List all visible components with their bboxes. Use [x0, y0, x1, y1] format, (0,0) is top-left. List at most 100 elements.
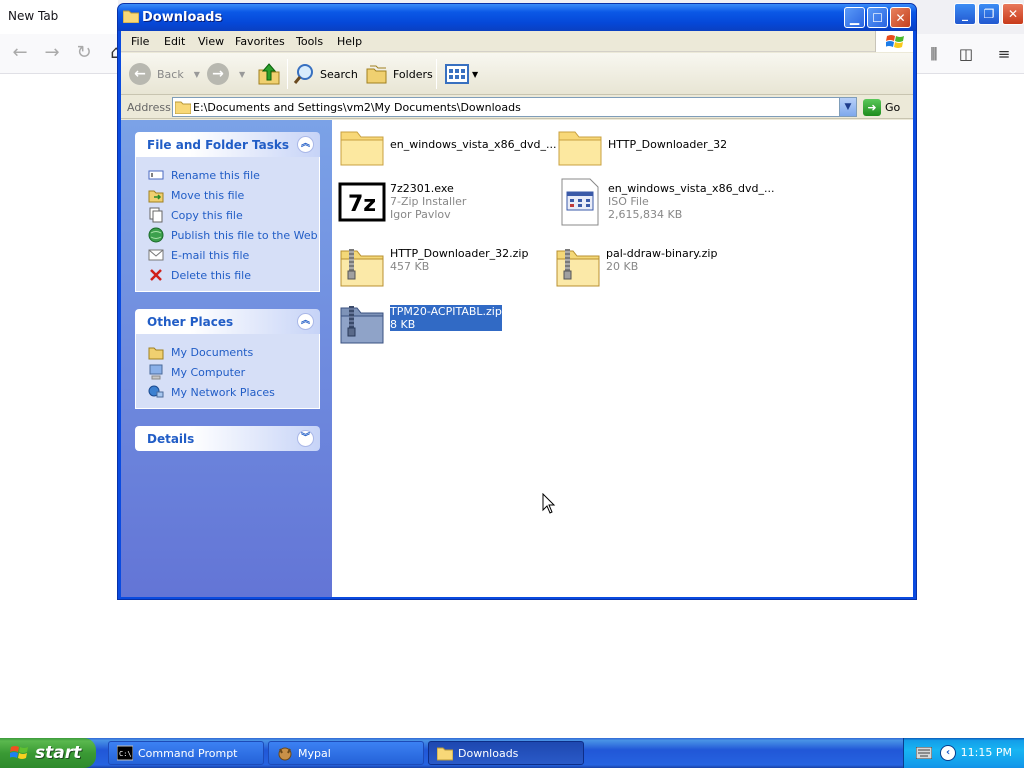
task-email[interactable]: E-mail this file	[136, 245, 319, 265]
task-label: Move this file	[171, 188, 245, 202]
file-name: en_windows_vista_x86_dvd_...	[608, 182, 775, 195]
folder-icon	[340, 131, 384, 166]
up-folder-button[interactable]	[257, 61, 281, 87]
browser-tab[interactable]: New Tab	[0, 0, 118, 34]
details-header[interactable]: Details ︾	[135, 426, 320, 451]
browser-close-button[interactable]: ✕	[1002, 3, 1024, 25]
file-type: ISO File	[608, 195, 649, 208]
maximize-button[interactable]: ☐	[867, 7, 888, 28]
taskbar: start C:\ Command Prompt Mypal Downloads…	[0, 738, 1024, 768]
menu-favorites[interactable]: Favorites	[235, 35, 285, 48]
close-button[interactable]: ✕	[890, 7, 911, 28]
place-my-documents[interactable]: My Documents	[136, 342, 319, 362]
file-item[interactable]: en_windows_vista_x86_dvd_...	[338, 122, 557, 170]
taskbar-button-command-prompt[interactable]: C:\ Command Prompt	[108, 741, 264, 765]
menu-help[interactable]: Help	[337, 35, 362, 48]
globe-icon	[148, 227, 164, 243]
file-item[interactable]: HTTP_Downloader_32	[556, 122, 727, 170]
address-dropdown-icon[interactable]: ▼	[839, 98, 856, 116]
back-dropdown-icon[interactable]: ▼	[194, 70, 200, 79]
panel-title: File and Folder Tasks	[147, 138, 290, 152]
views-button[interactable]: ▼	[445, 61, 478, 87]
browser-back-icon[interactable]: ←	[8, 42, 32, 66]
search-label: Search	[320, 67, 358, 81]
menu-icon[interactable]: ≡	[992, 42, 1016, 66]
taskbar-button-label: Command Prompt	[138, 746, 238, 760]
taskbar-button-label: Mypal	[298, 746, 331, 760]
network-places-icon	[148, 385, 164, 398]
email-icon	[148, 249, 164, 261]
minimize-button[interactable]: ▁	[844, 7, 865, 28]
file-item[interactable]: 7z 7z2301.exe 7-Zip Installer Igor Pavlo…	[338, 178, 466, 226]
address-input[interactable]: E:\Documents and Settings\vm2\My Documen…	[172, 97, 857, 117]
browser-reload-icon[interactable]: ↻	[72, 42, 96, 66]
task-copy[interactable]: Copy this file	[136, 205, 319, 225]
task-move[interactable]: Move this file	[136, 185, 319, 205]
menu-edit[interactable]: Edit	[164, 35, 185, 48]
windows-flag-icon	[10, 746, 28, 759]
folder-icon	[437, 747, 453, 761]
address-bar: Address E:\Documents and Settings\vm2\My…	[121, 96, 913, 119]
sidebar-icon[interactable]: ◫	[954, 42, 978, 66]
file-item-selected[interactable]: TPM20-ACPITABL.zip 8 KB	[338, 300, 502, 348]
forward-button[interactable]: → ▼	[207, 61, 245, 87]
menu-tools[interactable]: Tools	[296, 35, 323, 48]
show-hidden-icons-icon[interactable]: ‹	[940, 745, 956, 761]
iso-file-icon	[561, 178, 599, 226]
panel-title: Other Places	[147, 315, 234, 329]
title-bar[interactable]: Downloads ▁ ☐ ✕	[118, 4, 916, 31]
taskbar-button-mypal[interactable]: Mypal	[268, 741, 424, 765]
menu-view[interactable]: View	[198, 35, 224, 48]
file-name: TPM20-ACPITABL.zip	[390, 305, 502, 318]
start-label: start	[35, 743, 82, 763]
copy-icon	[149, 207, 163, 223]
task-rename[interactable]: Rename this file	[136, 165, 319, 185]
file-item[interactable]: pal-ddraw-binary.zip 20 KB	[554, 243, 717, 291]
browser-window-controls: _ ❐ ✕	[952, 3, 1024, 29]
window-client: File Edit View Favorites Tools Help ← Ba…	[121, 31, 913, 597]
forward-dropdown-icon[interactable]: ▼	[239, 70, 245, 79]
other-places-list: My Documents My Computer My Network Plac…	[135, 334, 320, 409]
svg-text:C:\: C:\	[119, 750, 132, 758]
file-size: 2,615,834 KB	[608, 208, 683, 221]
file-item[interactable]: HTTP_Downloader_32.zip 457 KB	[338, 243, 528, 291]
taskbar-button-downloads[interactable]: Downloads	[428, 741, 584, 765]
folder-icon	[558, 131, 602, 166]
panel-title: Details	[147, 432, 195, 446]
browser-restore-button[interactable]: ❐	[978, 3, 1000, 25]
collapse-chevron-icon[interactable]: ︽	[297, 136, 314, 153]
toolbar: ← Back ▼ → ▼ Search Folders ▼	[121, 53, 913, 95]
collapse-chevron-icon[interactable]: ︽	[297, 313, 314, 330]
folders-button[interactable]: Folders	[365, 61, 433, 87]
browser-minimize-button[interactable]: _	[954, 3, 976, 25]
menu-file[interactable]: File	[131, 35, 149, 48]
place-label: My Network Places	[171, 385, 275, 399]
keyboard-icon[interactable]	[916, 747, 932, 759]
browser-forward-icon[interactable]: →	[40, 42, 64, 66]
task-delete[interactable]: Delete this file	[136, 265, 319, 285]
my-documents-icon	[148, 347, 164, 360]
start-button[interactable]: start	[0, 738, 96, 768]
expand-chevron-icon[interactable]: ︾	[297, 430, 314, 447]
other-places-header[interactable]: Other Places ︽	[135, 309, 320, 334]
place-label: My Documents	[171, 345, 254, 359]
taskbar-button-label: Downloads	[458, 746, 519, 760]
place-my-network[interactable]: My Network Places	[136, 382, 319, 402]
place-my-computer[interactable]: My Computer	[136, 362, 319, 382]
task-label: Rename this file	[171, 168, 260, 182]
file-type: 7-Zip Installer	[390, 195, 467, 208]
toolbar-separator	[436, 59, 437, 89]
explorer-window: Downloads ▁ ☐ ✕ File Edit View Favorites…	[117, 3, 917, 600]
file-folder-tasks-header[interactable]: File and Folder Tasks ︽	[135, 132, 320, 157]
file-item[interactable]: en_windows_vista_x86_dvd_... ISO File 2,…	[556, 178, 775, 226]
go-button[interactable]: ➜ Go	[863, 98, 900, 116]
file-name: 7z2301.exe	[390, 182, 454, 195]
place-label: My Computer	[171, 365, 246, 379]
task-label: E-mail this file	[171, 248, 250, 262]
back-button[interactable]: ← Back ▼	[129, 61, 200, 87]
task-publish[interactable]: Publish this file to the Web	[136, 225, 319, 245]
delete-icon	[150, 269, 162, 281]
my-computer-icon	[149, 364, 163, 380]
library-icon[interactable]: ⫼	[922, 42, 946, 66]
search-button[interactable]: Search	[292, 61, 358, 87]
